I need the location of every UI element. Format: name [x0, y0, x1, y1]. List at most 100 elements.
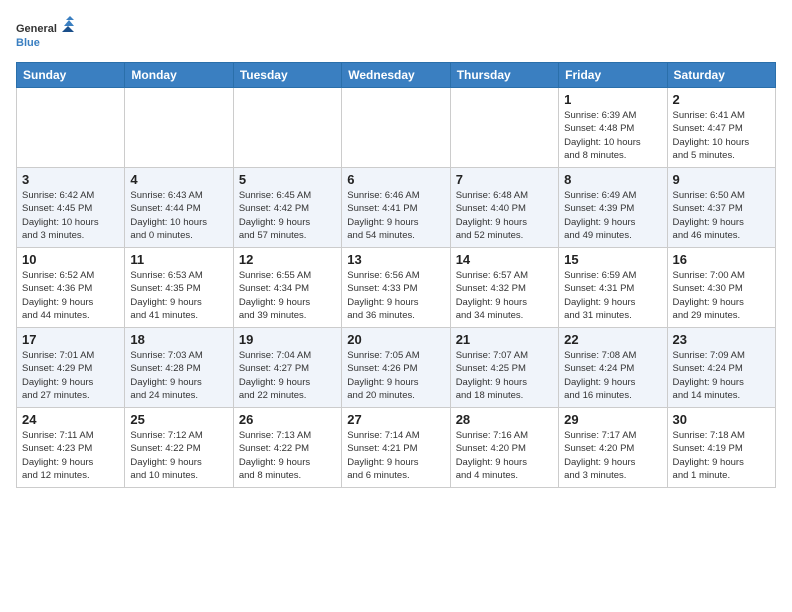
day-info: Sunrise: 6:42 AMSunset: 4:45 PMDaylight:…	[22, 189, 119, 242]
day-info: Sunrise: 6:50 AMSunset: 4:37 PMDaylight:…	[673, 189, 770, 242]
calendar-cell: 6 Sunrise: 6:46 AMSunset: 4:41 PMDaylight…	[342, 168, 450, 248]
day-info: Sunrise: 6:39 AMSunset: 4:48 PMDaylight:…	[564, 109, 661, 162]
day-header-wednesday: Wednesday	[342, 63, 450, 88]
calendar-cell: 8 Sunrise: 6:49 AMSunset: 4:39 PMDaylight…	[559, 168, 667, 248]
day-info: Sunrise: 6:49 AMSunset: 4:39 PMDaylight:…	[564, 189, 661, 242]
calendar-cell: 3 Sunrise: 6:42 AMSunset: 4:45 PMDaylight…	[17, 168, 125, 248]
day-info: Sunrise: 7:05 AMSunset: 4:26 PMDaylight:…	[347, 349, 444, 402]
calendar-cell	[342, 88, 450, 168]
day-info: Sunrise: 6:43 AMSunset: 4:44 PMDaylight:…	[130, 189, 227, 242]
day-info: Sunrise: 6:57 AMSunset: 4:32 PMDaylight:…	[456, 269, 553, 322]
calendar-cell: 7Sunrise: 6:48 AMSunset: 4:40 PMDaylight…	[450, 168, 558, 248]
calendar-cell: 1 Sunrise: 6:39 AMSunset: 4:48 PMDaylight…	[559, 88, 667, 168]
day-number: 29	[564, 412, 661, 427]
day-number: 17	[22, 332, 119, 347]
day-info: Sunrise: 7:16 AMSunset: 4:20 PMDaylight:…	[456, 429, 553, 482]
day-number: 23	[673, 332, 770, 347]
logo-svg: General Blue	[16, 16, 76, 52]
day-info: Sunrise: 7:09 AMSunset: 4:24 PMDaylight:…	[673, 349, 770, 402]
calendar-week-1: 1 Sunrise: 6:39 AMSunset: 4:48 PMDaylight…	[17, 88, 776, 168]
page-header: General Blue	[16, 16, 776, 52]
day-number: 3	[22, 172, 119, 187]
calendar-cell: 15 Sunrise: 6:59 AMSunset: 4:31 PMDayligh…	[559, 248, 667, 328]
calendar-week-5: 24 Sunrise: 7:11 AMSunset: 4:23 PMDayligh…	[17, 408, 776, 488]
day-number: 14	[456, 252, 553, 267]
day-number: 11	[130, 252, 227, 267]
calendar-cell	[125, 88, 233, 168]
day-info: Sunrise: 7:01 AMSunset: 4:29 PMDaylight:…	[22, 349, 119, 402]
day-number: 5	[239, 172, 336, 187]
svg-text:Blue: Blue	[16, 37, 40, 49]
calendar-cell: 16 Sunrise: 7:00 AMSunset: 4:30 PMDayligh…	[667, 248, 775, 328]
day-number: 26	[239, 412, 336, 427]
day-info: Sunrise: 6:56 AMSunset: 4:33 PMDaylight:…	[347, 269, 444, 322]
calendar-cell: 21 Sunrise: 7:07 AMSunset: 4:25 PMDayligh…	[450, 328, 558, 408]
day-header-monday: Monday	[125, 63, 233, 88]
calendar-cell: 24 Sunrise: 7:11 AMSunset: 4:23 PMDayligh…	[17, 408, 125, 488]
day-info: Sunrise: 7:18 AMSunset: 4:19 PMDaylight:…	[673, 429, 770, 482]
day-info: Sunrise: 7:11 AMSunset: 4:23 PMDaylight:…	[22, 429, 119, 482]
day-info: Sunrise: 6:53 AMSunset: 4:35 PMDaylight:…	[130, 269, 227, 322]
day-info: Sunrise: 6:46 AMSunset: 4:41 PMDaylight:…	[347, 189, 444, 242]
day-number: 2	[673, 92, 770, 107]
day-info: Sunrise: 7:08 AMSunset: 4:24 PMDaylight:…	[564, 349, 661, 402]
day-number: 12	[239, 252, 336, 267]
calendar-cell	[17, 88, 125, 168]
calendar-cell: 28 Sunrise: 7:16 AMSunset: 4:20 PMDayligh…	[450, 408, 558, 488]
calendar-cell	[233, 88, 341, 168]
calendar-cell: 2Sunrise: 6:41 AMSunset: 4:47 PMDaylight…	[667, 88, 775, 168]
calendar-cell: 25 Sunrise: 7:12 AMSunset: 4:22 PMDayligh…	[125, 408, 233, 488]
calendar-week-2: 3 Sunrise: 6:42 AMSunset: 4:45 PMDaylight…	[17, 168, 776, 248]
day-number: 8	[564, 172, 661, 187]
day-number: 18	[130, 332, 227, 347]
day-header-thursday: Thursday	[450, 63, 558, 88]
calendar-cell: 13 Sunrise: 6:56 AMSunset: 4:33 PMDayligh…	[342, 248, 450, 328]
calendar-cell	[450, 88, 558, 168]
day-number: 16	[673, 252, 770, 267]
day-info: Sunrise: 7:04 AMSunset: 4:27 PMDaylight:…	[239, 349, 336, 402]
day-info: Sunrise: 7:07 AMSunset: 4:25 PMDaylight:…	[456, 349, 553, 402]
calendar-cell: 4 Sunrise: 6:43 AMSunset: 4:44 PMDaylight…	[125, 168, 233, 248]
day-info: Sunrise: 6:55 AMSunset: 4:34 PMDaylight:…	[239, 269, 336, 322]
day-info: Sunrise: 6:48 AMSunset: 4:40 PMDaylight:…	[456, 189, 553, 242]
day-info: Sunrise: 6:45 AMSunset: 4:42 PMDaylight:…	[239, 189, 336, 242]
day-info: Sunrise: 7:17 AMSunset: 4:20 PMDaylight:…	[564, 429, 661, 482]
day-number: 25	[130, 412, 227, 427]
day-info: Sunrise: 6:52 AMSunset: 4:36 PMDaylight:…	[22, 269, 119, 322]
day-number: 24	[22, 412, 119, 427]
day-number: 28	[456, 412, 553, 427]
day-number: 9	[673, 172, 770, 187]
day-header-saturday: Saturday	[667, 63, 775, 88]
day-number: 10	[22, 252, 119, 267]
day-info: Sunrise: 7:00 AMSunset: 4:30 PMDaylight:…	[673, 269, 770, 322]
day-info: Sunrise: 7:12 AMSunset: 4:22 PMDaylight:…	[130, 429, 227, 482]
day-header-friday: Friday	[559, 63, 667, 88]
day-number: 20	[347, 332, 444, 347]
calendar-cell: 11 Sunrise: 6:53 AMSunset: 4:35 PMDayligh…	[125, 248, 233, 328]
day-number: 4	[130, 172, 227, 187]
day-number: 1	[564, 92, 661, 107]
calendar-cell: 26 Sunrise: 7:13 AMSunset: 4:22 PMDayligh…	[233, 408, 341, 488]
calendar-week-3: 10 Sunrise: 6:52 AMSunset: 4:36 PMDayligh…	[17, 248, 776, 328]
day-number: 27	[347, 412, 444, 427]
day-info: Sunrise: 7:13 AMSunset: 4:22 PMDaylight:…	[239, 429, 336, 482]
calendar-cell: 17 Sunrise: 7:01 AMSunset: 4:29 PMDayligh…	[17, 328, 125, 408]
calendar-week-4: 17 Sunrise: 7:01 AMSunset: 4:29 PMDayligh…	[17, 328, 776, 408]
calendar-cell: 19 Sunrise: 7:04 AMSunset: 4:27 PMDayligh…	[233, 328, 341, 408]
day-number: 13	[347, 252, 444, 267]
calendar-table: SundayMondayTuesdayWednesdayThursdayFrid…	[16, 62, 776, 488]
calendar-cell: 30Sunrise: 7:18 AMSunset: 4:19 PMDayligh…	[667, 408, 775, 488]
day-header-tuesday: Tuesday	[233, 63, 341, 88]
calendar-cell: 10 Sunrise: 6:52 AMSunset: 4:36 PMDayligh…	[17, 248, 125, 328]
day-number: 6	[347, 172, 444, 187]
day-info: Sunrise: 6:59 AMSunset: 4:31 PMDaylight:…	[564, 269, 661, 322]
calendar-cell: 14 Sunrise: 6:57 AMSunset: 4:32 PMDayligh…	[450, 248, 558, 328]
calendar-cell: 23 Sunrise: 7:09 AMSunset: 4:24 PMDayligh…	[667, 328, 775, 408]
day-number: 19	[239, 332, 336, 347]
day-info: Sunrise: 7:03 AMSunset: 4:28 PMDaylight:…	[130, 349, 227, 402]
day-header-sunday: Sunday	[17, 63, 125, 88]
calendar-cell: 29 Sunrise: 7:17 AMSunset: 4:20 PMDayligh…	[559, 408, 667, 488]
day-info: Sunrise: 7:14 AMSunset: 4:21 PMDaylight:…	[347, 429, 444, 482]
day-number: 21	[456, 332, 553, 347]
day-number: 15	[564, 252, 661, 267]
